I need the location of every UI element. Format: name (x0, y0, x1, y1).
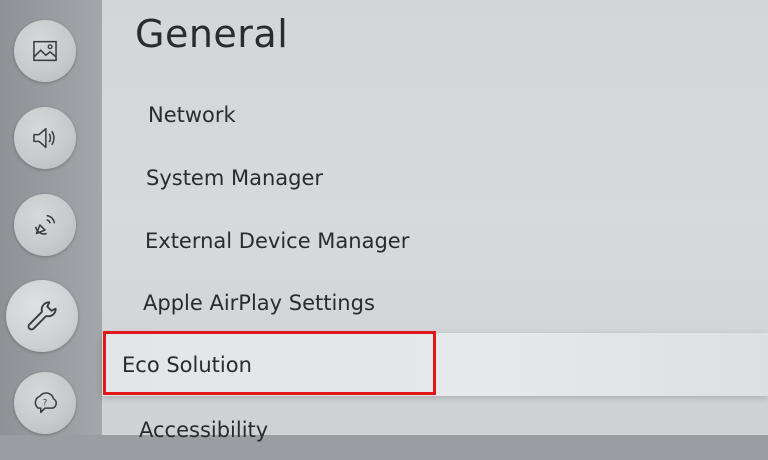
wrench-icon (27, 301, 57, 331)
svg-text:?: ? (43, 399, 48, 409)
broadcasting-icon (34, 214, 56, 235)
menu-item-system-manager[interactable]: System Manager (102, 148, 768, 208)
menu-item-apple-airplay-settings[interactable]: Apple AirPlay Settings (102, 273, 768, 333)
sidebar: ? (0, 0, 102, 435)
menu-item-label: Network (148, 103, 236, 127)
menu-item-label: Accessibility (139, 418, 269, 442)
sidebar-item-support[interactable]: ? (14, 372, 76, 434)
picture-icon (33, 40, 57, 62)
sidebar-item-general[interactable] (6, 280, 78, 352)
menu-item-accessibility[interactable]: Accessibility (102, 400, 768, 460)
menu-item-label: System Manager (146, 166, 324, 190)
menu-item-label: External Device Manager (145, 229, 410, 253)
menu-item-eco-solution[interactable]: Eco Solution (102, 333, 768, 396)
sidebar-item-broadcasting[interactable] (14, 194, 76, 256)
sidebar-item-picture[interactable] (14, 20, 76, 82)
support-icon: ? (34, 392, 57, 414)
menu-item-external-device-manager[interactable]: External Device Manager (102, 211, 768, 271)
settings-panel: General Network System Manager External … (102, 0, 768, 442)
sidebar-item-sound[interactable] (14, 107, 76, 169)
menu-item-network[interactable]: Network (102, 85, 768, 145)
menu-item-label: Eco Solution (122, 352, 252, 377)
sound-icon (33, 127, 55, 149)
page-title: General (135, 12, 289, 56)
menu-item-label: Apple AirPlay Settings (143, 291, 375, 315)
